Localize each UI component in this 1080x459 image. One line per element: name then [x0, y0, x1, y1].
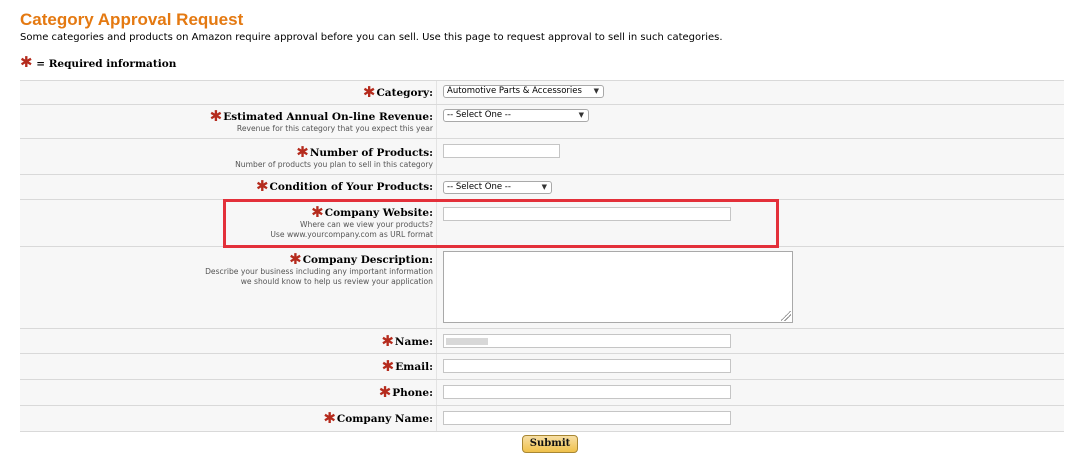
required-legend-text: = Required information — [36, 58, 177, 70]
description-label: ✱Company Description: — [289, 250, 433, 268]
phone-label: ✱Phone: — [378, 383, 433, 401]
approval-form: ✱Category: Automotive Parts & Accessorie… — [20, 80, 1064, 432]
category-label: ✱Category: — [362, 83, 433, 101]
revenue-hint: Revenue for this category that you expec… — [236, 124, 433, 133]
condition-select[interactable]: -- Select One -- ▼ — [443, 181, 552, 194]
page-title: Category Approval Request — [20, 10, 244, 29]
required-star-icon: ✱ — [296, 143, 309, 161]
name-label: ✱Name: — [381, 332, 433, 350]
description-textarea[interactable] — [443, 251, 793, 323]
description-hint-1: Describe your business including any imp… — [205, 267, 433, 276]
row-num-products: ✱Number of Products: Number of products … — [20, 139, 1064, 175]
num-products-input[interactable] — [443, 144, 560, 158]
required-star-icon: ✱ — [209, 107, 223, 125]
required-star-icon: ✱ — [255, 177, 269, 195]
required-star-icon: ✱ — [20, 53, 33, 71]
condition-label: ✱Condition of Your Products: — [255, 177, 433, 195]
row-name: ✱Name: — [20, 329, 1064, 354]
email-label: ✱Email: — [381, 357, 433, 375]
required-star-icon: ✱ — [381, 357, 395, 375]
row-condition: ✱Condition of Your Products: -- Select O… — [20, 175, 1064, 200]
num-products-label: ✱Number of Products: — [296, 143, 433, 161]
required-star-icon: ✱ — [323, 409, 336, 427]
row-email: ✱Email: — [20, 354, 1064, 380]
chevron-down-icon: ▼ — [593, 87, 599, 95]
company-name-input[interactable] — [443, 411, 731, 425]
required-star-icon: ✱ — [289, 250, 302, 268]
revenue-label: ✱Estimated Annual On-line Revenue: — [209, 107, 433, 125]
revenue-select[interactable]: -- Select One -- ▼ — [443, 109, 589, 122]
chevron-down-icon: ▼ — [541, 183, 547, 191]
row-category: ✱Category: Automotive Parts & Accessorie… — [20, 81, 1064, 105]
required-star-icon: ✱ — [381, 332, 394, 350]
num-products-hint: Number of products you plan to sell in t… — [235, 160, 433, 169]
intro-text: Some categories and products on Amazon r… — [20, 32, 723, 43]
row-description: ✱Company Description: Describe your busi… — [20, 247, 1064, 329]
chevron-down-icon: ▼ — [578, 111, 584, 119]
description-hint-2: we should know to help us review your ap… — [240, 277, 433, 286]
name-input[interactable] — [443, 334, 731, 348]
row-company-name: ✱Company Name: — [20, 406, 1064, 432]
required-legend: ✱ = Required information — [20, 55, 176, 71]
required-star-icon: ✱ — [362, 83, 376, 101]
company-name-label: ✱Company Name: — [323, 409, 433, 427]
highlight-annotation — [223, 199, 779, 248]
row-phone: ✱Phone: — [20, 380, 1064, 406]
redacted-name-value — [446, 338, 488, 345]
phone-input[interactable] — [443, 385, 731, 399]
category-select[interactable]: Automotive Parts & Accessories ▼ — [443, 85, 604, 98]
row-revenue: ✱Estimated Annual On-line Revenue: Reven… — [20, 105, 1064, 139]
resize-grip-icon[interactable] — [781, 311, 791, 321]
submit-button[interactable]: Submit — [522, 435, 578, 453]
required-star-icon: ✱ — [378, 383, 392, 401]
email-input[interactable] — [443, 359, 731, 373]
